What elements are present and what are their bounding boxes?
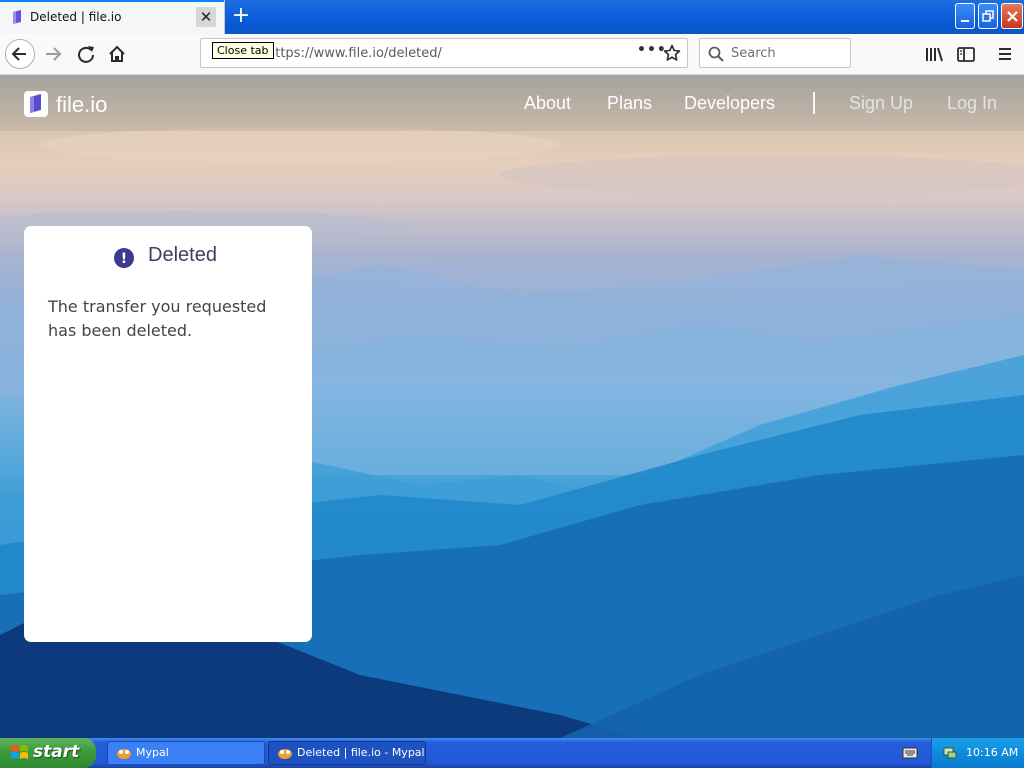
taskbar-clock: 10:16 AM bbox=[966, 746, 1019, 759]
restore-icon bbox=[982, 10, 994, 22]
taskbar-item-active-window[interactable]: Deleted | file.io - Mypal bbox=[268, 741, 426, 765]
site-header: file.io About Plans Developers Sign Up L… bbox=[0, 75, 1024, 131]
file-io-favicon-icon bbox=[13, 10, 21, 24]
taskbar-item-mypal[interactable]: Mypal bbox=[107, 741, 265, 765]
browser-tab[interactable]: Deleted | file.io ✕ bbox=[0, 0, 225, 34]
search-placeholder: Search bbox=[731, 46, 776, 61]
minimize-button[interactable] bbox=[955, 3, 975, 29]
card-message: The transfer you requested has been dele… bbox=[48, 297, 267, 340]
library-icon bbox=[926, 47, 943, 62]
close-icon bbox=[1007, 11, 1018, 22]
alert-icon: ! bbox=[114, 248, 134, 268]
reload-icon bbox=[78, 46, 94, 63]
window-close-button[interactable] bbox=[1001, 3, 1023, 29]
library-button[interactable] bbox=[918, 38, 950, 70]
system-tray: 10:16 AM bbox=[931, 738, 1024, 768]
status-card: ! Deleted The transfer you requested has… bbox=[24, 226, 312, 642]
back-button[interactable] bbox=[4, 38, 36, 70]
start-button[interactable]: start bbox=[0, 738, 96, 768]
file-io-logo-icon bbox=[24, 91, 48, 117]
minimize-icon bbox=[961, 20, 969, 22]
nav-about-link[interactable]: About bbox=[524, 93, 571, 114]
nav-signup-link[interactable]: Sign Up bbox=[849, 93, 913, 114]
close-tab-tooltip: Close tab bbox=[212, 42, 274, 59]
home-icon bbox=[109, 45, 125, 62]
windows-taskbar: start Mypal Deleted | file.io - Mypal 10… bbox=[0, 738, 1024, 768]
tab-close-button[interactable]: ✕ bbox=[196, 7, 216, 27]
logo-text: file.io bbox=[56, 92, 108, 117]
taskbar-item-label: Mypal bbox=[136, 746, 169, 759]
sidebar-icon bbox=[957, 47, 975, 62]
hamburger-menu-icon bbox=[999, 48, 1011, 60]
home-button[interactable] bbox=[101, 38, 133, 70]
new-tab-button[interactable]: + bbox=[231, 4, 251, 28]
nav-developers-link[interactable]: Developers bbox=[684, 93, 775, 114]
forward-button[interactable] bbox=[38, 38, 70, 70]
card-title: Deleted bbox=[148, 244, 217, 266]
bookmark-star-icon[interactable] bbox=[663, 44, 681, 62]
url-text[interactable]: https://www.file.io/deleted/ bbox=[267, 46, 442, 61]
mypal-app-icon bbox=[117, 749, 131, 759]
nav-divider bbox=[813, 92, 815, 114]
tab-title: Deleted | file.io bbox=[30, 10, 122, 24]
nav-login-link[interactable]: Log In bbox=[947, 93, 997, 114]
sidebar-button[interactable] bbox=[950, 38, 982, 70]
menu-button[interactable] bbox=[989, 38, 1021, 70]
restore-button[interactable] bbox=[978, 3, 998, 29]
alert-icon-glyph: ! bbox=[121, 251, 127, 267]
reload-button[interactable] bbox=[70, 38, 102, 70]
start-label: start bbox=[33, 742, 80, 762]
search-icon bbox=[708, 46, 724, 62]
navigation-toolbar: https://www.file.io/deleted/ ••• Search bbox=[0, 34, 1024, 75]
nav-plans-link[interactable]: Plans bbox=[607, 93, 652, 114]
mypal-app-icon bbox=[278, 749, 292, 759]
windows-logo-icon bbox=[11, 745, 28, 759]
network-icon[interactable] bbox=[942, 745, 958, 761]
taskbar-item-label: Deleted | file.io - Mypal bbox=[297, 746, 425, 759]
page-content: file.io About Plans Developers Sign Up L… bbox=[0, 75, 1024, 738]
forward-arrow-icon bbox=[46, 47, 62, 61]
tab-strip: Deleted | file.io ✕ + bbox=[0, 0, 1024, 34]
keyboard-icon[interactable] bbox=[902, 746, 918, 760]
search-box[interactable]: Search bbox=[699, 38, 851, 68]
back-arrow-icon bbox=[11, 47, 26, 61]
